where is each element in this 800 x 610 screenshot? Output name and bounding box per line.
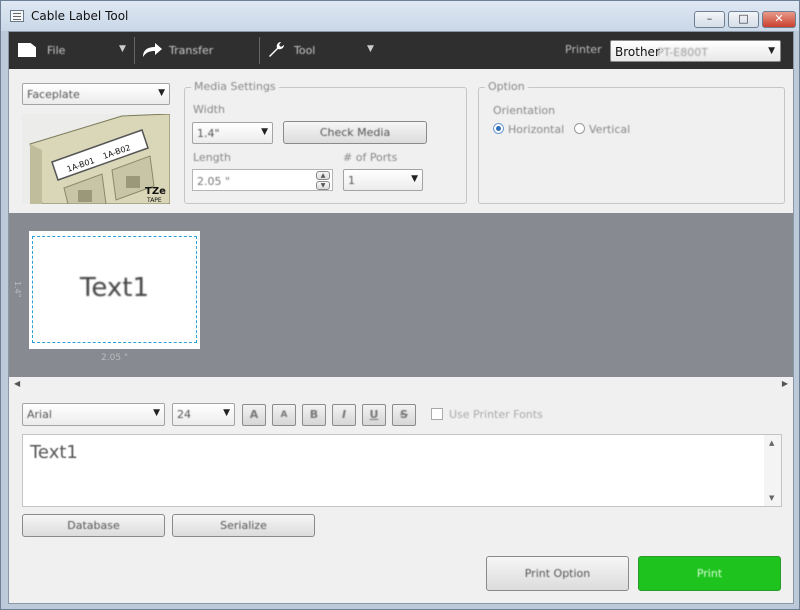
tape-logo: TAPE	[146, 197, 162, 204]
transfer-button[interactable]: Transfer	[135, 32, 259, 69]
wrench-icon	[269, 42, 284, 57]
ports-value: 1	[348, 174, 355, 187]
minimize-button[interactable]: –	[694, 11, 725, 28]
use-printer-fonts-label: Use Printer Fonts	[449, 408, 543, 421]
font-select[interactable]: Arial ▼	[22, 403, 165, 426]
horizontal-radio[interactable]	[493, 123, 504, 134]
window-title: Cable Label Tool	[31, 9, 129, 23]
serialize-button[interactable]: Serialize	[172, 514, 315, 537]
label-canvas[interactable]: 1.4" Text1 2.05 "	[9, 213, 793, 377]
template-select[interactable]: Faceplate ▼	[22, 83, 170, 105]
width-label: Width	[193, 103, 225, 116]
file-label: File	[47, 44, 66, 57]
vertical-radio[interactable]	[574, 123, 585, 134]
check-media-label: Check Media	[319, 126, 391, 139]
label-preview[interactable]: Text1	[29, 231, 200, 349]
label-selection-border: Text1	[32, 236, 197, 343]
font-size-value: 24	[177, 408, 191, 421]
label-text[interactable]: Text1	[33, 273, 196, 303]
title-bar: Cable Label Tool – □ ✕	[1, 1, 799, 31]
tze-logo: TZe	[145, 186, 166, 197]
template-preview-image: 1A-B01 1A-B02 TZe TAPE	[22, 114, 170, 204]
italic-icon: I	[341, 408, 347, 421]
tool-menu-button[interactable]: Tool ▼	[260, 32, 383, 69]
app-window: Cable Label Tool – □ ✕ File ▼ Transfer T…	[0, 0, 800, 610]
printer-select[interactable]: Brother PT-E800T ▼	[610, 40, 781, 62]
grow-font-button[interactable]: A	[242, 404, 266, 426]
chevron-down-icon: ▼	[153, 408, 160, 418]
length-value: 2.05 "	[197, 175, 231, 188]
database-button[interactable]: Database	[22, 514, 165, 537]
chevron-down-icon: ▼	[261, 127, 268, 137]
horizontal-scrollbar[interactable]: ◀ ▶	[9, 377, 793, 394]
italic-button[interactable]: I	[332, 404, 356, 426]
close-button[interactable]: ✕	[762, 11, 796, 28]
main-panel: File ▼ Transfer Tool ▼ Printer Brother P…	[8, 31, 794, 604]
template-value: Faceplate	[27, 88, 80, 101]
file-menu-button[interactable]: File ▼	[9, 32, 134, 69]
chevron-down-icon: ▼	[367, 44, 374, 54]
chevron-down-icon: ▼	[158, 88, 165, 98]
vertical-label: Vertical	[589, 123, 631, 136]
print-option-button[interactable]: Print Option	[486, 556, 629, 591]
maximize-button[interactable]: □	[728, 11, 759, 28]
shrink-font-button[interactable]: A	[272, 404, 296, 426]
width-value: 1.4"	[197, 127, 220, 140]
length-label: Length	[193, 151, 231, 164]
media-settings-title: Media Settings	[191, 80, 279, 93]
scroll-up-icon[interactable]: ▲	[769, 439, 774, 447]
vertical-scrollbar[interactable]: ▲ ▼	[764, 435, 781, 506]
file-icon	[18, 43, 36, 57]
height-ruler: 1.4"	[13, 281, 22, 298]
transfer-label: Transfer	[169, 44, 214, 57]
length-stepper[interactable]: 2.05 " ▲ ▼	[192, 169, 333, 191]
database-label: Database	[67, 519, 120, 532]
use-printer-fonts-checkbox[interactable]	[431, 408, 443, 420]
underline-icon: U	[369, 408, 379, 421]
transfer-arrow-icon	[143, 43, 162, 57]
ports-label: # of Ports	[343, 151, 398, 164]
font-value: Arial	[27, 408, 52, 421]
bold-icon: B	[309, 408, 319, 421]
stepper-up-icon[interactable]: ▲	[316, 171, 330, 180]
scroll-right-icon[interactable]: ▶	[782, 379, 788, 388]
print-option-label: Print Option	[524, 567, 591, 580]
shrink-font-icon: A	[280, 410, 288, 420]
option-title: Option	[485, 80, 528, 93]
radio-dot-icon	[496, 126, 501, 131]
stepper-down-icon[interactable]: ▼	[316, 181, 330, 190]
strikethrough-button[interactable]: S	[392, 404, 416, 426]
print-label: Print	[696, 567, 723, 580]
serialize-label: Serialize	[220, 519, 267, 532]
scroll-down-icon[interactable]: ▼	[769, 494, 774, 502]
check-media-button[interactable]: Check Media	[283, 121, 427, 144]
scroll-left-icon[interactable]: ◀	[14, 379, 20, 388]
width-select[interactable]: 1.4" ▼	[192, 122, 273, 144]
width-ruler: 2.05 "	[101, 353, 129, 363]
chevron-down-icon: ▼	[768, 46, 775, 56]
label-text-editor[interactable]: Text1 ▲ ▼	[22, 434, 782, 507]
printer-value: Brother	[615, 45, 660, 59]
horizontal-label: Horizontal	[508, 123, 565, 136]
font-size-select[interactable]: 24 ▼	[172, 403, 235, 426]
editor-text: Text1	[30, 442, 78, 463]
orientation-label: Orientation	[493, 104, 556, 117]
strikethrough-icon: S	[400, 408, 408, 421]
grow-font-icon: A	[249, 408, 259, 421]
printer-model: PT-E800T	[657, 46, 708, 59]
printer-label: Printer	[565, 43, 602, 56]
chevron-down-icon: ▼	[223, 408, 230, 418]
toolbar: File ▼ Transfer Tool ▼ Printer Brother P…	[9, 32, 793, 69]
print-button[interactable]: Print	[638, 556, 781, 591]
ports-select[interactable]: 1 ▼	[343, 169, 423, 191]
app-icon	[10, 10, 24, 22]
tool-label: Tool	[294, 44, 316, 57]
bold-button[interactable]: B	[302, 404, 326, 426]
chevron-down-icon: ▼	[119, 44, 126, 54]
underline-button[interactable]: U	[362, 404, 386, 426]
chevron-down-icon: ▼	[411, 174, 418, 184]
faceplate-illustration: 1A-B01 1A-B02 TZe TAPE	[22, 114, 170, 204]
